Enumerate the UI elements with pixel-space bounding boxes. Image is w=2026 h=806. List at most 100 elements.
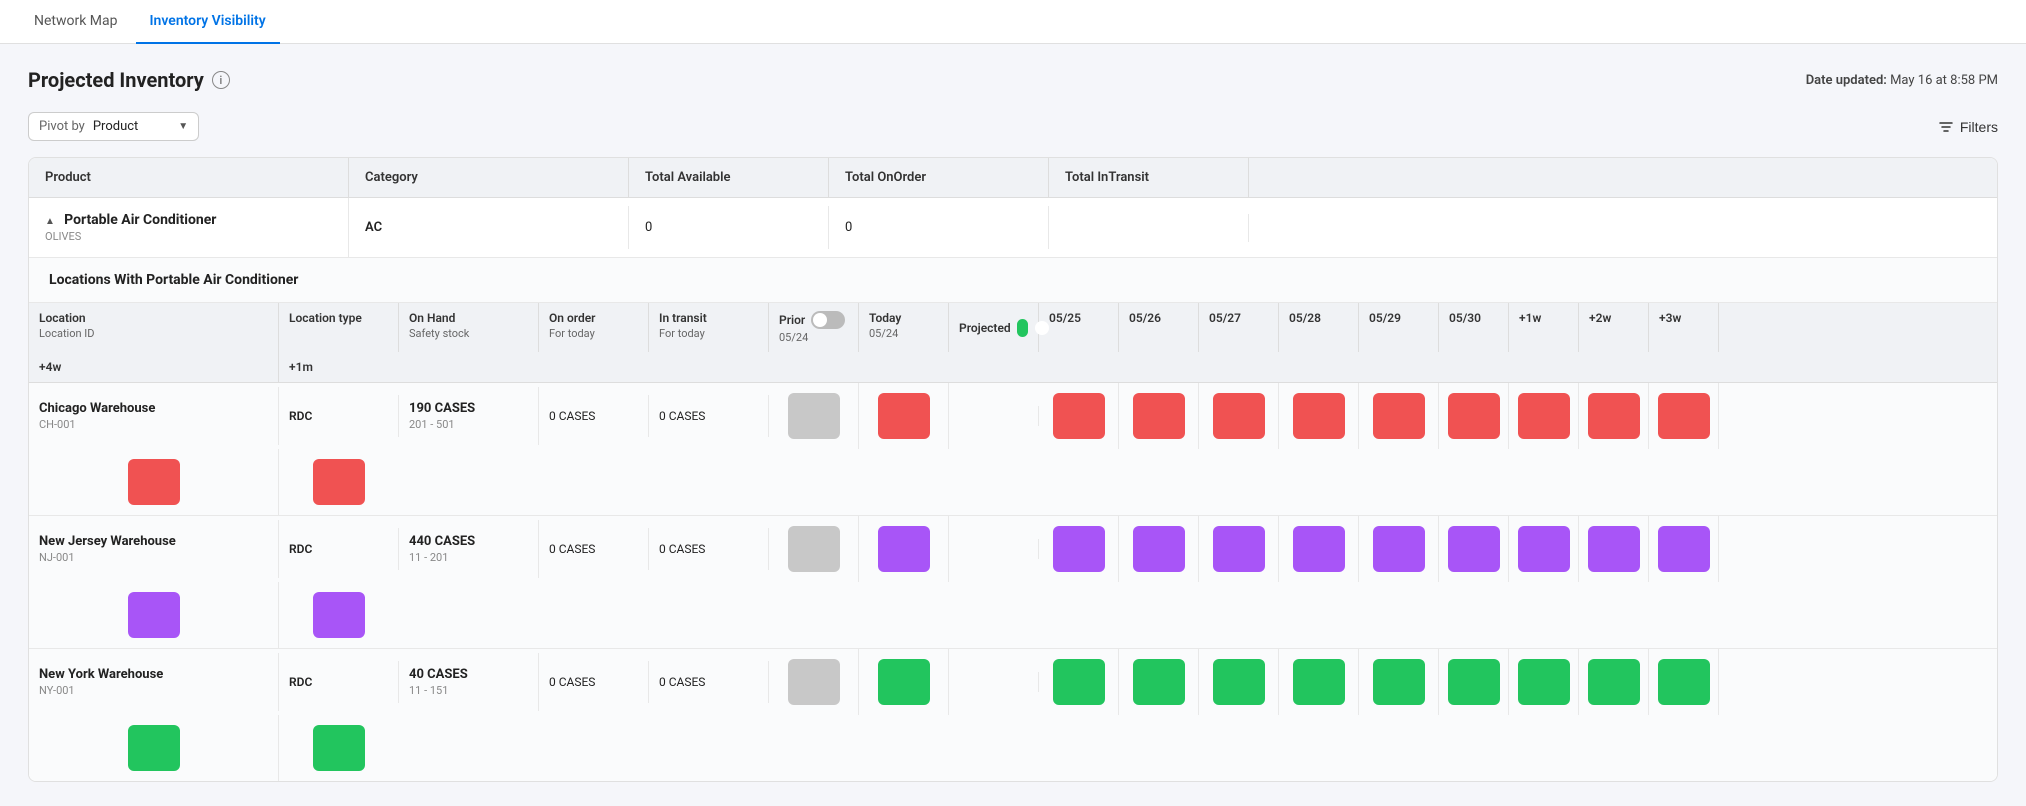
loc-proj-7 bbox=[1579, 649, 1649, 715]
table-row: Chicago Warehouse CH-001 RDC 190 CASES 2… bbox=[29, 383, 1997, 516]
loc-proj-placeholder bbox=[949, 539, 1039, 559]
nav-item-inventory-visibility[interactable]: Inventory Visibility bbox=[136, 0, 280, 44]
lth-prior: Prior 05/24 bbox=[769, 303, 859, 352]
loc-proj-5 bbox=[1439, 516, 1509, 582]
proj-square-2 bbox=[1213, 393, 1265, 439]
loc-proj-5 bbox=[1439, 383, 1509, 449]
lth-in-transit: In transit For today bbox=[649, 303, 769, 352]
location-table-header: Location Location ID Location type On Ha… bbox=[29, 303, 1997, 383]
pivot-value: Product bbox=[93, 119, 138, 134]
lth-d3: 05/27 bbox=[1199, 303, 1279, 352]
info-icon[interactable]: i bbox=[212, 71, 230, 89]
proj-square-4 bbox=[1373, 659, 1425, 705]
loc-proj-2 bbox=[1199, 649, 1279, 715]
loc-proj-8 bbox=[1649, 383, 1719, 449]
product-category: AC bbox=[349, 206, 629, 249]
collapse-icon[interactable]: ▲ bbox=[45, 216, 55, 227]
proj-square-5 bbox=[1448, 526, 1500, 572]
col-extra bbox=[1249, 158, 1997, 197]
proj-square-2 bbox=[1213, 526, 1265, 572]
proj-square-6 bbox=[1518, 526, 1570, 572]
loc-on-hand: 190 CASES 201 - 501 bbox=[399, 387, 539, 445]
loc-proj-3 bbox=[1279, 383, 1359, 449]
loc-proj-4 bbox=[1359, 516, 1439, 582]
loc-proj-0 bbox=[1039, 383, 1119, 449]
loc-on-order: 0 CASES bbox=[539, 661, 649, 703]
proj-square-6 bbox=[1518, 659, 1570, 705]
loc-proj-0 bbox=[1039, 516, 1119, 582]
loc-proj-1 bbox=[1119, 649, 1199, 715]
proj-square-10 bbox=[313, 592, 365, 638]
lth-d6: 05/30 bbox=[1439, 303, 1509, 352]
loc-proj-7 bbox=[1579, 383, 1649, 449]
loc-proj-9 bbox=[29, 582, 279, 648]
loc-proj-10 bbox=[279, 449, 399, 515]
prior-square bbox=[788, 393, 840, 439]
lth-d4: 05/28 bbox=[1279, 303, 1359, 352]
proj-square-0 bbox=[1053, 659, 1105, 705]
projected-toggle[interactable] bbox=[1017, 319, 1028, 337]
proj-square-0 bbox=[1053, 393, 1105, 439]
table-row: New Jersey Warehouse NJ-001 RDC 440 CASE… bbox=[29, 516, 1997, 649]
nav-item-network-map[interactable]: Network Map bbox=[20, 0, 132, 44]
proj-square-8 bbox=[1658, 393, 1710, 439]
col-product: Product bbox=[29, 158, 349, 197]
col-total-on-order: Total OnOrder bbox=[829, 158, 1049, 197]
locations-header: Locations With Portable Air Conditioner bbox=[29, 258, 1997, 303]
proj-square-5 bbox=[1448, 393, 1500, 439]
proj-square-5 bbox=[1448, 659, 1500, 705]
loc-type: RDC bbox=[279, 661, 399, 703]
loc-proj-10 bbox=[279, 715, 399, 781]
loc-in-transit: 0 CASES bbox=[649, 528, 769, 570]
lth-today: Today 05/24 bbox=[859, 303, 949, 352]
loc-proj-4 bbox=[1359, 383, 1439, 449]
today-square bbox=[878, 526, 930, 572]
locations-section: Locations With Portable Air Conditioner … bbox=[29, 258, 1997, 781]
loc-proj-placeholder bbox=[949, 672, 1039, 692]
loc-proj-placeholder bbox=[949, 406, 1039, 426]
loc-prior-cell bbox=[769, 516, 859, 582]
product-name: Portable Air Conditioner bbox=[64, 212, 216, 228]
prior-square bbox=[788, 659, 840, 705]
lth-d8: +2w bbox=[1579, 303, 1649, 352]
loc-prior-cell bbox=[769, 383, 859, 449]
loc-today-cell bbox=[859, 516, 949, 582]
product-extra bbox=[1249, 214, 1997, 242]
loc-proj-8 bbox=[1649, 516, 1719, 582]
lth-location: Location Location ID bbox=[29, 303, 279, 352]
proj-square-10 bbox=[313, 725, 365, 771]
pivot-select[interactable]: Pivot by Product ▼ bbox=[28, 112, 199, 141]
proj-square-0 bbox=[1053, 526, 1105, 572]
proj-square-8 bbox=[1658, 526, 1710, 572]
chevron-down-icon: ▼ bbox=[178, 121, 188, 132]
proj-square-3 bbox=[1293, 659, 1345, 705]
loc-proj-2 bbox=[1199, 516, 1279, 582]
proj-square-4 bbox=[1373, 526, 1425, 572]
page-title: Projected Inventory i bbox=[28, 68, 230, 92]
product-total-on-order: 0 bbox=[829, 206, 1049, 249]
filter-button[interactable]: Filters bbox=[1938, 119, 1998, 135]
loc-proj-6 bbox=[1509, 649, 1579, 715]
main-table-header: Product Category Total Available Total O… bbox=[29, 158, 1997, 198]
loc-prior-cell bbox=[769, 649, 859, 715]
loc-proj-8 bbox=[1649, 649, 1719, 715]
lth-type: Location type bbox=[279, 303, 399, 352]
inventory-table: Product Category Total Available Total O… bbox=[28, 157, 1998, 782]
loc-proj-1 bbox=[1119, 383, 1199, 449]
product-row: ▲ Portable Air Conditioner OLIVES AC 0 0 bbox=[29, 198, 1997, 258]
today-square bbox=[878, 659, 930, 705]
prior-toggle[interactable] bbox=[811, 311, 845, 329]
loc-proj-6 bbox=[1509, 383, 1579, 449]
loc-name-cell: New Jersey Warehouse NJ-001 bbox=[29, 520, 279, 578]
location-rows-container: Chicago Warehouse CH-001 RDC 190 CASES 2… bbox=[29, 383, 1997, 781]
lth-d5: 05/29 bbox=[1359, 303, 1439, 352]
product-total-available: 0 bbox=[629, 206, 829, 249]
proj-square-1 bbox=[1133, 393, 1185, 439]
lth-d11: +1m bbox=[279, 352, 399, 382]
proj-square-10 bbox=[313, 459, 365, 505]
nav-bar: Network Map Inventory Visibility bbox=[0, 0, 2026, 44]
toolbar: Pivot by Product ▼ Filters bbox=[28, 112, 1998, 141]
pivot-dropdown[interactable]: Product ▼ bbox=[93, 119, 188, 134]
pivot-label: Pivot by bbox=[39, 119, 85, 134]
lth-d1: 05/25 bbox=[1039, 303, 1119, 352]
